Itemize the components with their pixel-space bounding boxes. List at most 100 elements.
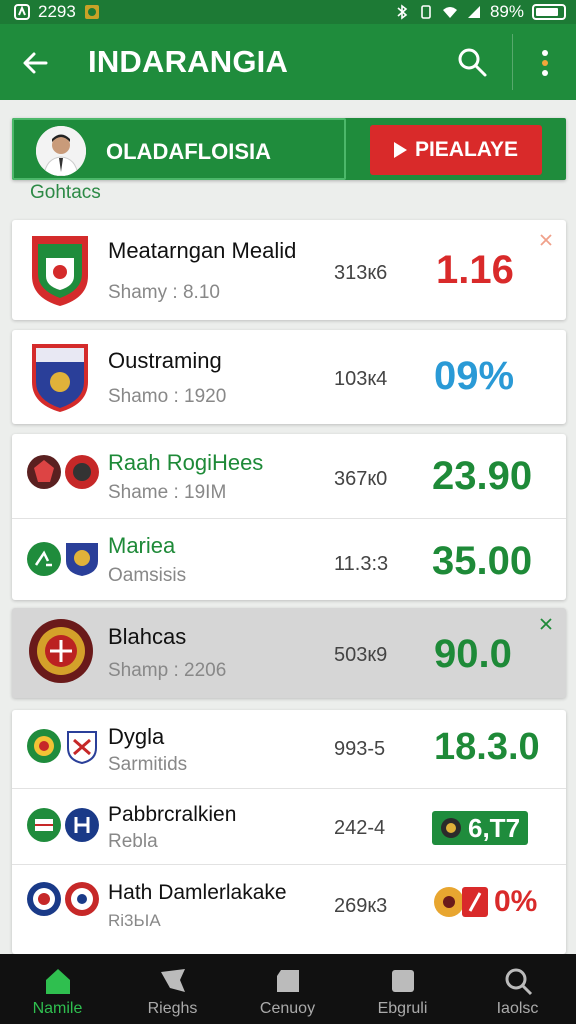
team-badge-icon bbox=[65, 808, 99, 842]
team-crest-icon bbox=[65, 455, 99, 489]
team-badge-icon bbox=[27, 729, 61, 763]
avatar bbox=[36, 126, 86, 176]
section-label: Gohtacs bbox=[30, 182, 101, 203]
nav-label: Ebgruli bbox=[377, 1000, 428, 1017]
team-crest-icon bbox=[66, 543, 98, 576]
team-badge-icon bbox=[27, 542, 61, 576]
list-item[interactable]: Dygla Sarmitids 993-5 18.3.0 bbox=[12, 710, 566, 788]
team-crest-icon bbox=[32, 344, 88, 412]
list-item[interactable]: Mariea Oamsisis 11.3:3 35.00 bbox=[12, 518, 566, 600]
bottom-navigation: Namile Rieghs Cenuoy Ebgruli Iaolsc bbox=[0, 954, 576, 1024]
row-value: 6,T7 bbox=[468, 812, 521, 843]
coin-icon bbox=[434, 887, 488, 917]
page-title: INDARANGIA bbox=[88, 44, 289, 79]
row-stat: 367к0 bbox=[334, 468, 388, 490]
list-group: Dygla Sarmitids 993-5 18.3.0 Pabbrcralki… bbox=[12, 710, 566, 954]
row-stat: 103к4 bbox=[334, 368, 388, 390]
wifi-icon bbox=[442, 7, 457, 18]
app-bar: INDARANGIA bbox=[0, 24, 576, 100]
row-subtitle: Shame : 19IM bbox=[108, 482, 227, 503]
nav-search[interactable]: Iaolsc bbox=[460, 954, 575, 1024]
row-stat: 269к3 bbox=[334, 895, 388, 917]
list-item[interactable]: Raah RogiHees Shame : 19IM 367к0 23.90 bbox=[12, 434, 566, 518]
status-bar: 2293 89% bbox=[0, 0, 576, 24]
team-crest-icon bbox=[29, 619, 93, 683]
battery-icon bbox=[532, 4, 566, 20]
row-title: Oustraming bbox=[108, 348, 222, 373]
nav-english[interactable]: Ebgruli bbox=[345, 954, 460, 1024]
row-stat: 242-4 bbox=[334, 817, 386, 839]
row-stat: 503к9 bbox=[334, 644, 388, 666]
row-value: 1.16 bbox=[436, 248, 514, 292]
value-pill: 0% bbox=[432, 885, 537, 919]
row-value: 90.0 bbox=[434, 632, 512, 676]
close-icon[interactable] bbox=[538, 232, 554, 248]
play-button[interactable]: PIEALAYE bbox=[370, 125, 542, 175]
team-crest-icon bbox=[67, 731, 97, 764]
row-subtitle: Rebla bbox=[108, 831, 158, 852]
row-stat: 11.3:3 bbox=[334, 553, 389, 575]
play-label: PIEALAYE bbox=[414, 138, 519, 161]
play-icon bbox=[393, 142, 407, 158]
row-title: Blahcas bbox=[108, 624, 187, 649]
nav-label: Namile bbox=[32, 1000, 83, 1017]
profile-card[interactable]: OLADAFLOISIA bbox=[12, 118, 346, 180]
status-time: 2293 bbox=[38, 2, 76, 21]
team-crest-icon bbox=[32, 236, 88, 306]
sports-notification-icon bbox=[84, 5, 99, 19]
more-options-icon[interactable] bbox=[536, 48, 554, 78]
signal-icon bbox=[467, 6, 480, 18]
list-item[interactable]: Meatarngan Mealid Shamy : 8.10 313к6 1.1… bbox=[12, 220, 566, 320]
vibrate-icon bbox=[421, 5, 431, 19]
row-title: Pabbrcralkien bbox=[108, 803, 237, 826]
row-value: 23.90 bbox=[432, 454, 533, 498]
app-notification-icon bbox=[14, 4, 30, 20]
value-pill: 6,T7 bbox=[432, 811, 529, 845]
flag-icon bbox=[161, 969, 185, 992]
row-title: Mariea bbox=[108, 533, 176, 558]
coin-icon bbox=[441, 818, 461, 838]
search-icon[interactable] bbox=[456, 46, 488, 78]
nav-rights[interactable]: Rieghs bbox=[115, 954, 230, 1024]
battery-percent: 89% bbox=[489, 2, 524, 21]
team-badge-icon bbox=[27, 808, 61, 842]
profile-name: OLADAFLOISIA bbox=[106, 139, 271, 164]
row-subtitle: Ri3ЬIA bbox=[108, 911, 161, 930]
list-item[interactable]: Oustraming Shamo : 1920 103к4 09% bbox=[12, 330, 566, 424]
square-icon bbox=[392, 970, 414, 992]
row-value: 09% bbox=[434, 354, 515, 398]
list-item[interactable]: Blahcas Shamp : 2206 503к9 90.0 bbox=[12, 608, 566, 698]
row-stat: 313к6 bbox=[334, 262, 388, 284]
back-arrow-icon[interactable] bbox=[18, 46, 52, 80]
nav-label: Cenuoy bbox=[259, 1000, 316, 1017]
row-subtitle: Oamsisis bbox=[108, 565, 187, 586]
team-crest-icon bbox=[27, 455, 61, 489]
appbar-divider bbox=[512, 34, 513, 90]
row-title: Dygla bbox=[108, 724, 165, 749]
row-subtitle: Shamy : 8.10 bbox=[108, 282, 220, 303]
row-value: 18.3.0 bbox=[434, 726, 540, 768]
tag-icon bbox=[277, 970, 299, 992]
list-group: Raah RogiHees Shame : 19IM 367к0 23.90 M… bbox=[12, 434, 566, 600]
search-icon bbox=[505, 968, 533, 996]
row-subtitle: Sarmitids bbox=[108, 754, 188, 775]
row-value: 0% bbox=[494, 885, 538, 918]
nav-home[interactable]: Namile bbox=[0, 954, 115, 1024]
team-badge-icon bbox=[27, 882, 61, 916]
close-icon[interactable] bbox=[538, 616, 554, 632]
bluetooth-icon bbox=[397, 4, 408, 20]
row-subtitle: Shamp : 2206 bbox=[108, 660, 227, 681]
row-title: Raah RogiHees bbox=[108, 450, 264, 475]
team-badge-icon bbox=[65, 882, 99, 916]
home-icon bbox=[46, 969, 70, 994]
featured-banner: OLADAFLOISIA PIEALAYE bbox=[12, 118, 566, 180]
list-item[interactable]: Pabbrcralkien Rebla 242-4 6,T7 bbox=[12, 788, 566, 864]
nav-label: Rieghs bbox=[147, 1000, 198, 1017]
list-item[interactable]: Hath Damlerlakake Ri3ЬIA 269к3 0% bbox=[12, 864, 566, 954]
nav-country[interactable]: Cenuoy bbox=[230, 954, 345, 1024]
row-subtitle: Shamo : 1920 bbox=[108, 386, 227, 407]
row-stat: 993-5 bbox=[334, 738, 386, 760]
nav-label: Iaolsc bbox=[496, 1000, 539, 1017]
row-value: 35.00 bbox=[432, 539, 533, 583]
row-title: Meatarngan Mealid bbox=[108, 238, 297, 263]
